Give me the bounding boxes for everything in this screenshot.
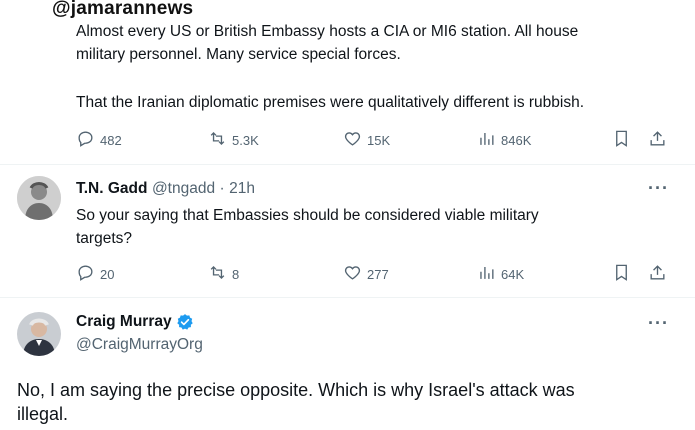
tweet-text-line: illegal.	[17, 404, 69, 424]
tweet-header: T.N. Gadd @tngadd · 21h	[76, 180, 255, 198]
tweet-action-bar: 20 8 277 64K	[0, 263, 695, 285]
divider	[0, 164, 695, 165]
views-chart-icon	[477, 129, 496, 151]
more-options-button[interactable]: ···	[648, 178, 669, 199]
views-button[interactable]: 64K	[477, 263, 524, 285]
bookmark-button[interactable]	[612, 129, 631, 153]
more-options-button[interactable]: ···	[648, 313, 669, 334]
like-count: 277	[367, 266, 389, 282]
repost-button[interactable]: 8	[208, 263, 239, 285]
author-handle[interactable]: @tngadd	[152, 180, 215, 197]
tweet-text-line: No, I am saying the precise opposite. Wh…	[17, 380, 575, 400]
like-button[interactable]: 15K	[343, 129, 390, 151]
tweet-header: Craig Murray	[76, 313, 194, 331]
avatar[interactable]	[17, 176, 61, 220]
tweet-text-line: targets?	[76, 230, 133, 247]
author-name[interactable]: T.N. Gadd	[76, 180, 147, 197]
views-chart-icon	[477, 263, 496, 285]
views-count: 64K	[501, 266, 525, 282]
reply-icon	[76, 263, 95, 285]
divider	[0, 297, 695, 298]
tweet-text-line: military personnel. Many service special…	[76, 46, 401, 63]
reply-count: 20	[100, 266, 115, 282]
reply-icon	[76, 129, 95, 151]
like-button[interactable]: 277	[343, 263, 389, 285]
bookmark-icon	[612, 264, 631, 286]
author-name[interactable]: Craig Murray	[76, 313, 172, 331]
reply-button[interactable]: 482	[76, 129, 122, 151]
views-button[interactable]: 846K	[477, 129, 531, 151]
tweet-action-bar: 482 5.3K 15K 846K	[0, 129, 695, 151]
tweet-text-line: So your saying that Embassies should be …	[76, 207, 539, 224]
repost-icon	[208, 129, 227, 151]
reply-count: 482	[100, 132, 122, 148]
avatar[interactable]	[17, 312, 61, 356]
bookmark-button[interactable]	[612, 263, 631, 287]
header-separator: ·	[219, 180, 225, 197]
repost-button[interactable]: 5.3K	[208, 129, 259, 151]
tweet-text-line: That the Iranian diplomatic premises wer…	[76, 94, 585, 111]
author-handle[interactable]: @CraigMurrayOrg	[76, 336, 203, 354]
repost-count: 5.3K	[232, 132, 259, 148]
repost-count: 8	[232, 266, 240, 282]
repost-icon	[208, 263, 227, 285]
heart-icon	[343, 263, 362, 285]
share-icon	[648, 131, 667, 152]
reply-button[interactable]: 20	[76, 263, 114, 285]
share-icon	[648, 265, 667, 286]
tweet-text-line: Almost every US or British Embassy hosts…	[76, 23, 579, 40]
share-button[interactable]	[648, 129, 667, 153]
verified-badge-icon	[176, 313, 194, 331]
watermark: @jamarannews	[52, 0, 194, 19]
timestamp[interactable]: 21h	[229, 180, 255, 197]
like-count: 15K	[367, 132, 391, 148]
views-count: 846K	[501, 132, 532, 148]
share-button[interactable]	[648, 263, 667, 287]
bookmark-icon	[612, 130, 631, 152]
heart-icon	[343, 129, 362, 151]
